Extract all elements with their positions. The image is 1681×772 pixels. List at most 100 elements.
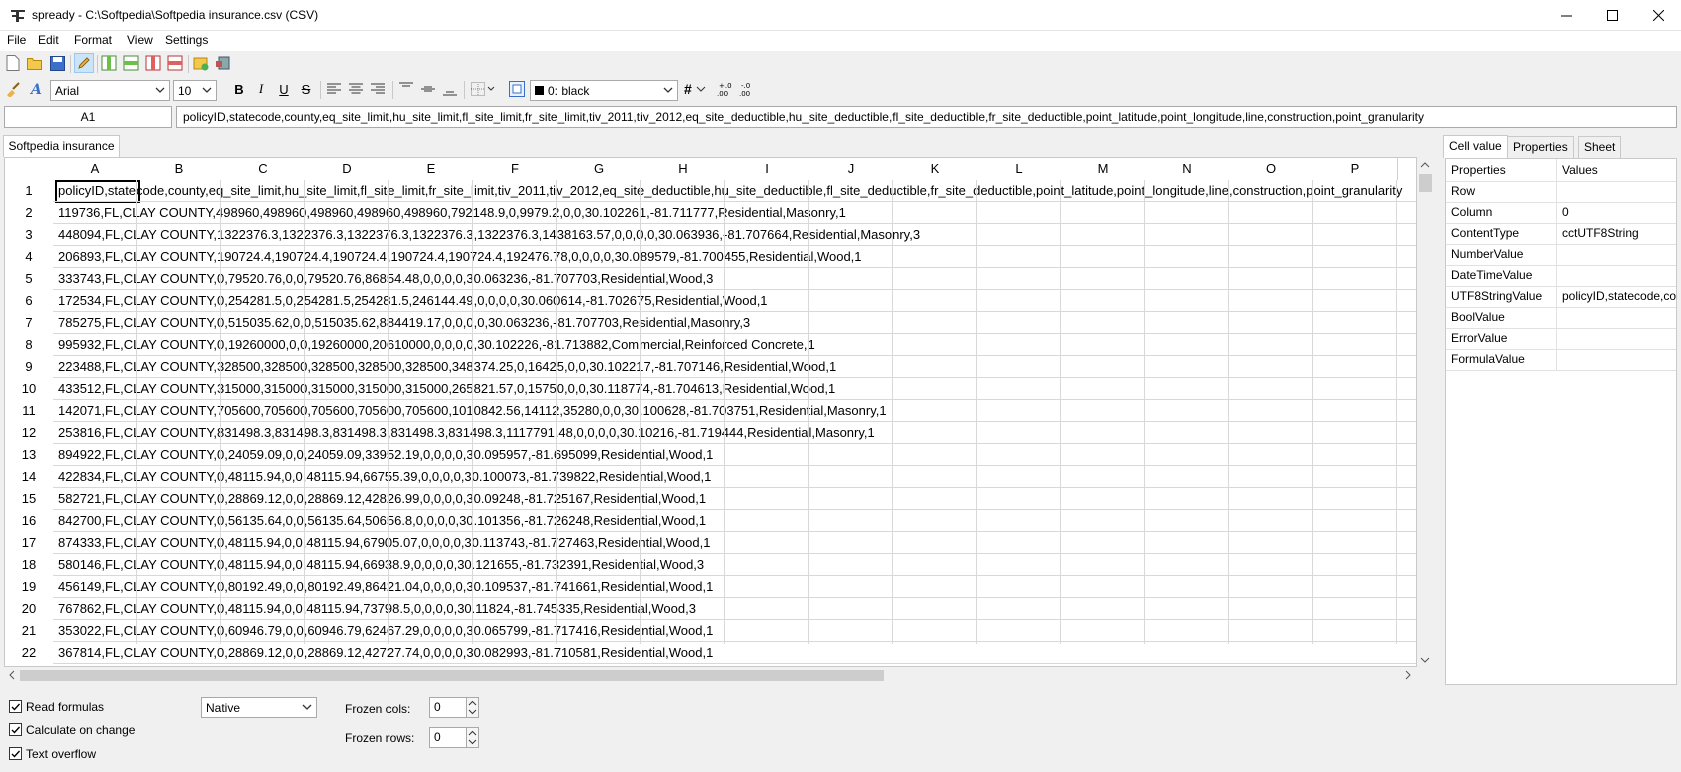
delete-row-button[interactable] <box>166 54 184 72</box>
row-header[interactable]: 10 <box>5 378 53 400</box>
row-header[interactable]: 18 <box>5 554 53 576</box>
row-header[interactable]: 16 <box>5 510 53 532</box>
table-row[interactable]: 995932,FL,CLAY COUNTY,0,19260000,0,0,192… <box>58 334 815 356</box>
text-overflow-checkbox[interactable] <box>9 747 22 760</box>
font-button[interactable]: A <box>28 80 46 98</box>
column-header-f[interactable]: F <box>473 158 558 180</box>
cell-fill-button[interactable] <box>508 80 526 98</box>
align-middle-button[interactable] <box>419 80 437 98</box>
edit-mode-button[interactable] <box>74 53 94 73</box>
increase-decimals-button[interactable]: +.0.00 <box>716 80 734 98</box>
property-row[interactable]: Column 0 <box>1446 201 1676 224</box>
row-header[interactable]: 11 <box>5 400 53 422</box>
row-header[interactable]: 1 <box>5 180 53 202</box>
table-row[interactable]: 206893,FL,CLAY COUNTY,190724.4,190724.4,… <box>58 246 862 268</box>
frozen-cols-stepper[interactable] <box>466 697 479 718</box>
table-row[interactable]: 582721,FL,CLAY COUNTY,0,28869.12,0,0,288… <box>58 488 706 510</box>
delete-column-button[interactable] <box>144 54 162 72</box>
insert-row-button[interactable] <box>122 54 140 72</box>
tab-cell-value[interactable]: Cell value <box>1443 135 1508 158</box>
row-header[interactable]: 21 <box>5 620 53 642</box>
scroll-down-icon[interactable] <box>1420 655 1430 665</box>
menu-settings[interactable]: Settings <box>165 33 208 47</box>
column-header-d[interactable]: D <box>305 158 390 180</box>
row-header[interactable]: 3 <box>5 224 53 246</box>
column-header-h[interactable]: H <box>641 158 726 180</box>
property-row[interactable]: UTF8StringValue policyID,statecode,county <box>1446 285 1676 308</box>
row-header[interactable]: 5 <box>5 268 53 290</box>
table-row[interactable]: 894922,FL,CLAY COUNTY,0,24059.09,0,0,240… <box>58 444 713 466</box>
property-row[interactable]: FormulaValue <box>1446 348 1676 371</box>
clear-format-button[interactable] <box>4 80 22 98</box>
row-header[interactable]: 12 <box>5 422 53 444</box>
table-row[interactable]: 448094,FL,CLAY COUNTY,1322376.3,1322376.… <box>58 224 920 246</box>
frozen-rows-stepper[interactable] <box>466 727 479 748</box>
column-header-g[interactable]: G <box>557 158 642 180</box>
row-header[interactable]: 8 <box>5 334 53 356</box>
column-header-k[interactable]: K <box>893 158 978 180</box>
row-header[interactable]: 19 <box>5 576 53 598</box>
column-header-o[interactable]: O <box>1229 158 1314 180</box>
row-header[interactable]: 6 <box>5 290 53 312</box>
table-row[interactable]: 119736,FL,CLAY COUNTY,498960,498960,4989… <box>58 202 846 224</box>
table-row[interactable]: 767862,FL,CLAY COUNTY,0,48115.94,0,0,481… <box>58 598 696 620</box>
underline-button[interactable]: U <box>275 80 293 98</box>
add-sheet-button[interactable] <box>192 54 210 72</box>
vertical-scroll-thumb[interactable] <box>1419 174 1432 192</box>
align-left-button[interactable] <box>325 80 343 98</box>
align-right-button[interactable] <box>369 80 387 98</box>
table-row[interactable]: 353022,FL,CLAY COUNTY,0,60946.79,0,0,609… <box>58 620 713 642</box>
bold-button[interactable]: B <box>230 80 248 98</box>
maximize-button[interactable] <box>1589 0 1635 31</box>
tab-sheet[interactable]: Sheet <box>1578 136 1622 158</box>
scroll-left-icon[interactable] <box>7 670 17 680</box>
property-row[interactable]: NumberValue <box>1446 243 1676 266</box>
table-row[interactable]: 422834,FL,CLAY COUNTY,0,48115.94,0,0,481… <box>58 466 711 488</box>
calculate-on-change-checkbox[interactable] <box>9 723 22 736</box>
row-header[interactable]: 22 <box>5 642 53 664</box>
italic-button[interactable]: I <box>252 80 270 98</box>
column-header-a[interactable]: A <box>53 158 138 180</box>
horizontal-scroll-thumb[interactable] <box>20 670 884 681</box>
table-row[interactable]: 172534,FL,CLAY COUNTY,0,254281.5,0,25428… <box>58 290 768 312</box>
menu-format[interactable]: Format <box>74 33 112 47</box>
cell-reference-box[interactable]: A1 <box>4 106 172 128</box>
vertical-scrollbar[interactable] <box>1417 157 1434 667</box>
save-button[interactable] <box>48 54 66 72</box>
borders-button[interactable] <box>470 80 496 98</box>
table-row[interactable]: 456149,FL,CLAY COUNTY,0,80192.49,0,0,801… <box>58 576 713 598</box>
property-row[interactable]: DateTimeValue <box>1446 264 1676 287</box>
menu-edit[interactable]: Edit <box>38 33 59 47</box>
column-header-n[interactable]: N <box>1145 158 1230 180</box>
mode-select[interactable]: Native <box>201 697 317 718</box>
tab-properties[interactable]: Properties <box>1507 136 1574 158</box>
row-header[interactable]: 17 <box>5 532 53 554</box>
table-row[interactable]: 223488,FL,CLAY COUNTY,328500,328500,3285… <box>58 356 836 378</box>
table-row[interactable]: 333743,FL,CLAY COUNTY,0,79520.76,0,0,795… <box>58 268 713 290</box>
property-row[interactable]: ContentType cctUTF8String <box>1446 222 1676 245</box>
align-center-button[interactable] <box>347 80 365 98</box>
color-combo[interactable]: 0: black <box>530 80 678 101</box>
table-row[interactable]: 433512,FL,CLAY COUNTY,315000,315000,3150… <box>58 378 835 400</box>
scroll-right-icon[interactable] <box>1403 670 1413 680</box>
column-header-m[interactable]: M <box>1061 158 1146 180</box>
column-header-j[interactable]: J <box>809 158 894 180</box>
selected-cell[interactable] <box>55 180 140 203</box>
align-bottom-button[interactable] <box>441 80 459 98</box>
row-header[interactable]: 14 <box>5 466 53 488</box>
decrease-decimals-button[interactable]: -.0.00 <box>738 80 756 98</box>
spreadsheet-grid[interactable]: ABCDEFGHIJKLMNOP 1 policyID,statecode,cou… <box>4 157 1417 667</box>
property-row[interactable]: Row <box>1446 180 1676 203</box>
align-top-button[interactable] <box>397 80 415 98</box>
row-header[interactable]: 7 <box>5 312 53 334</box>
strikethrough-button[interactable]: S <box>297 80 315 98</box>
table-row[interactable]: 785275,FL,CLAY COUNTY,0,515035.62,0,0,51… <box>58 312 750 334</box>
column-header-b[interactable]: B <box>137 158 222 180</box>
row-header[interactable]: 4 <box>5 246 53 268</box>
row-header[interactable]: 9 <box>5 356 53 378</box>
read-formulas-checkbox[interactable] <box>9 700 22 713</box>
column-header-l[interactable]: L <box>977 158 1062 180</box>
delete-sheet-button[interactable] <box>214 54 232 72</box>
menu-file[interactable]: File <box>7 33 26 47</box>
select-all-corner[interactable] <box>5 158 54 180</box>
